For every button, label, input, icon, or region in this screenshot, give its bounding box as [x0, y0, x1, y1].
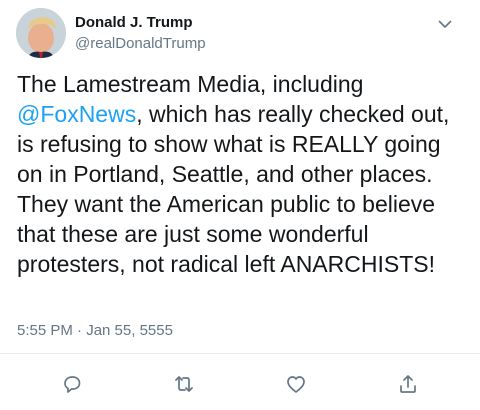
avatar-image [16, 8, 66, 58]
author-display-name[interactable]: Donald J. Trump [75, 14, 206, 32]
author-info: Donald J. Trump @realDonaldTrump [75, 14, 206, 53]
share-icon[interactable] [396, 372, 420, 396]
tweet-text-part: The Lamestream Media, including [17, 71, 364, 97]
tweet-text: The Lamestream Media, including @FoxNews… [17, 69, 472, 279]
heart-icon[interactable] [284, 372, 308, 396]
reply-icon[interactable] [60, 372, 84, 396]
tweet-timestamp[interactable]: 5:55 PM · Jan 55, 5555 [17, 322, 173, 340]
tweet-text-part: , which has really checked out, is refus… [17, 101, 450, 277]
tweet-card: Donald J. Trump @realDonaldTrump The Lam… [0, 0, 480, 410]
divider [0, 353, 480, 354]
mention-link[interactable]: @FoxNews [17, 101, 136, 127]
chevron-down-icon[interactable] [436, 15, 454, 33]
author-handle[interactable]: @realDonaldTrump [75, 35, 206, 53]
retweet-icon[interactable] [172, 372, 196, 396]
avatar[interactable] [16, 8, 66, 58]
